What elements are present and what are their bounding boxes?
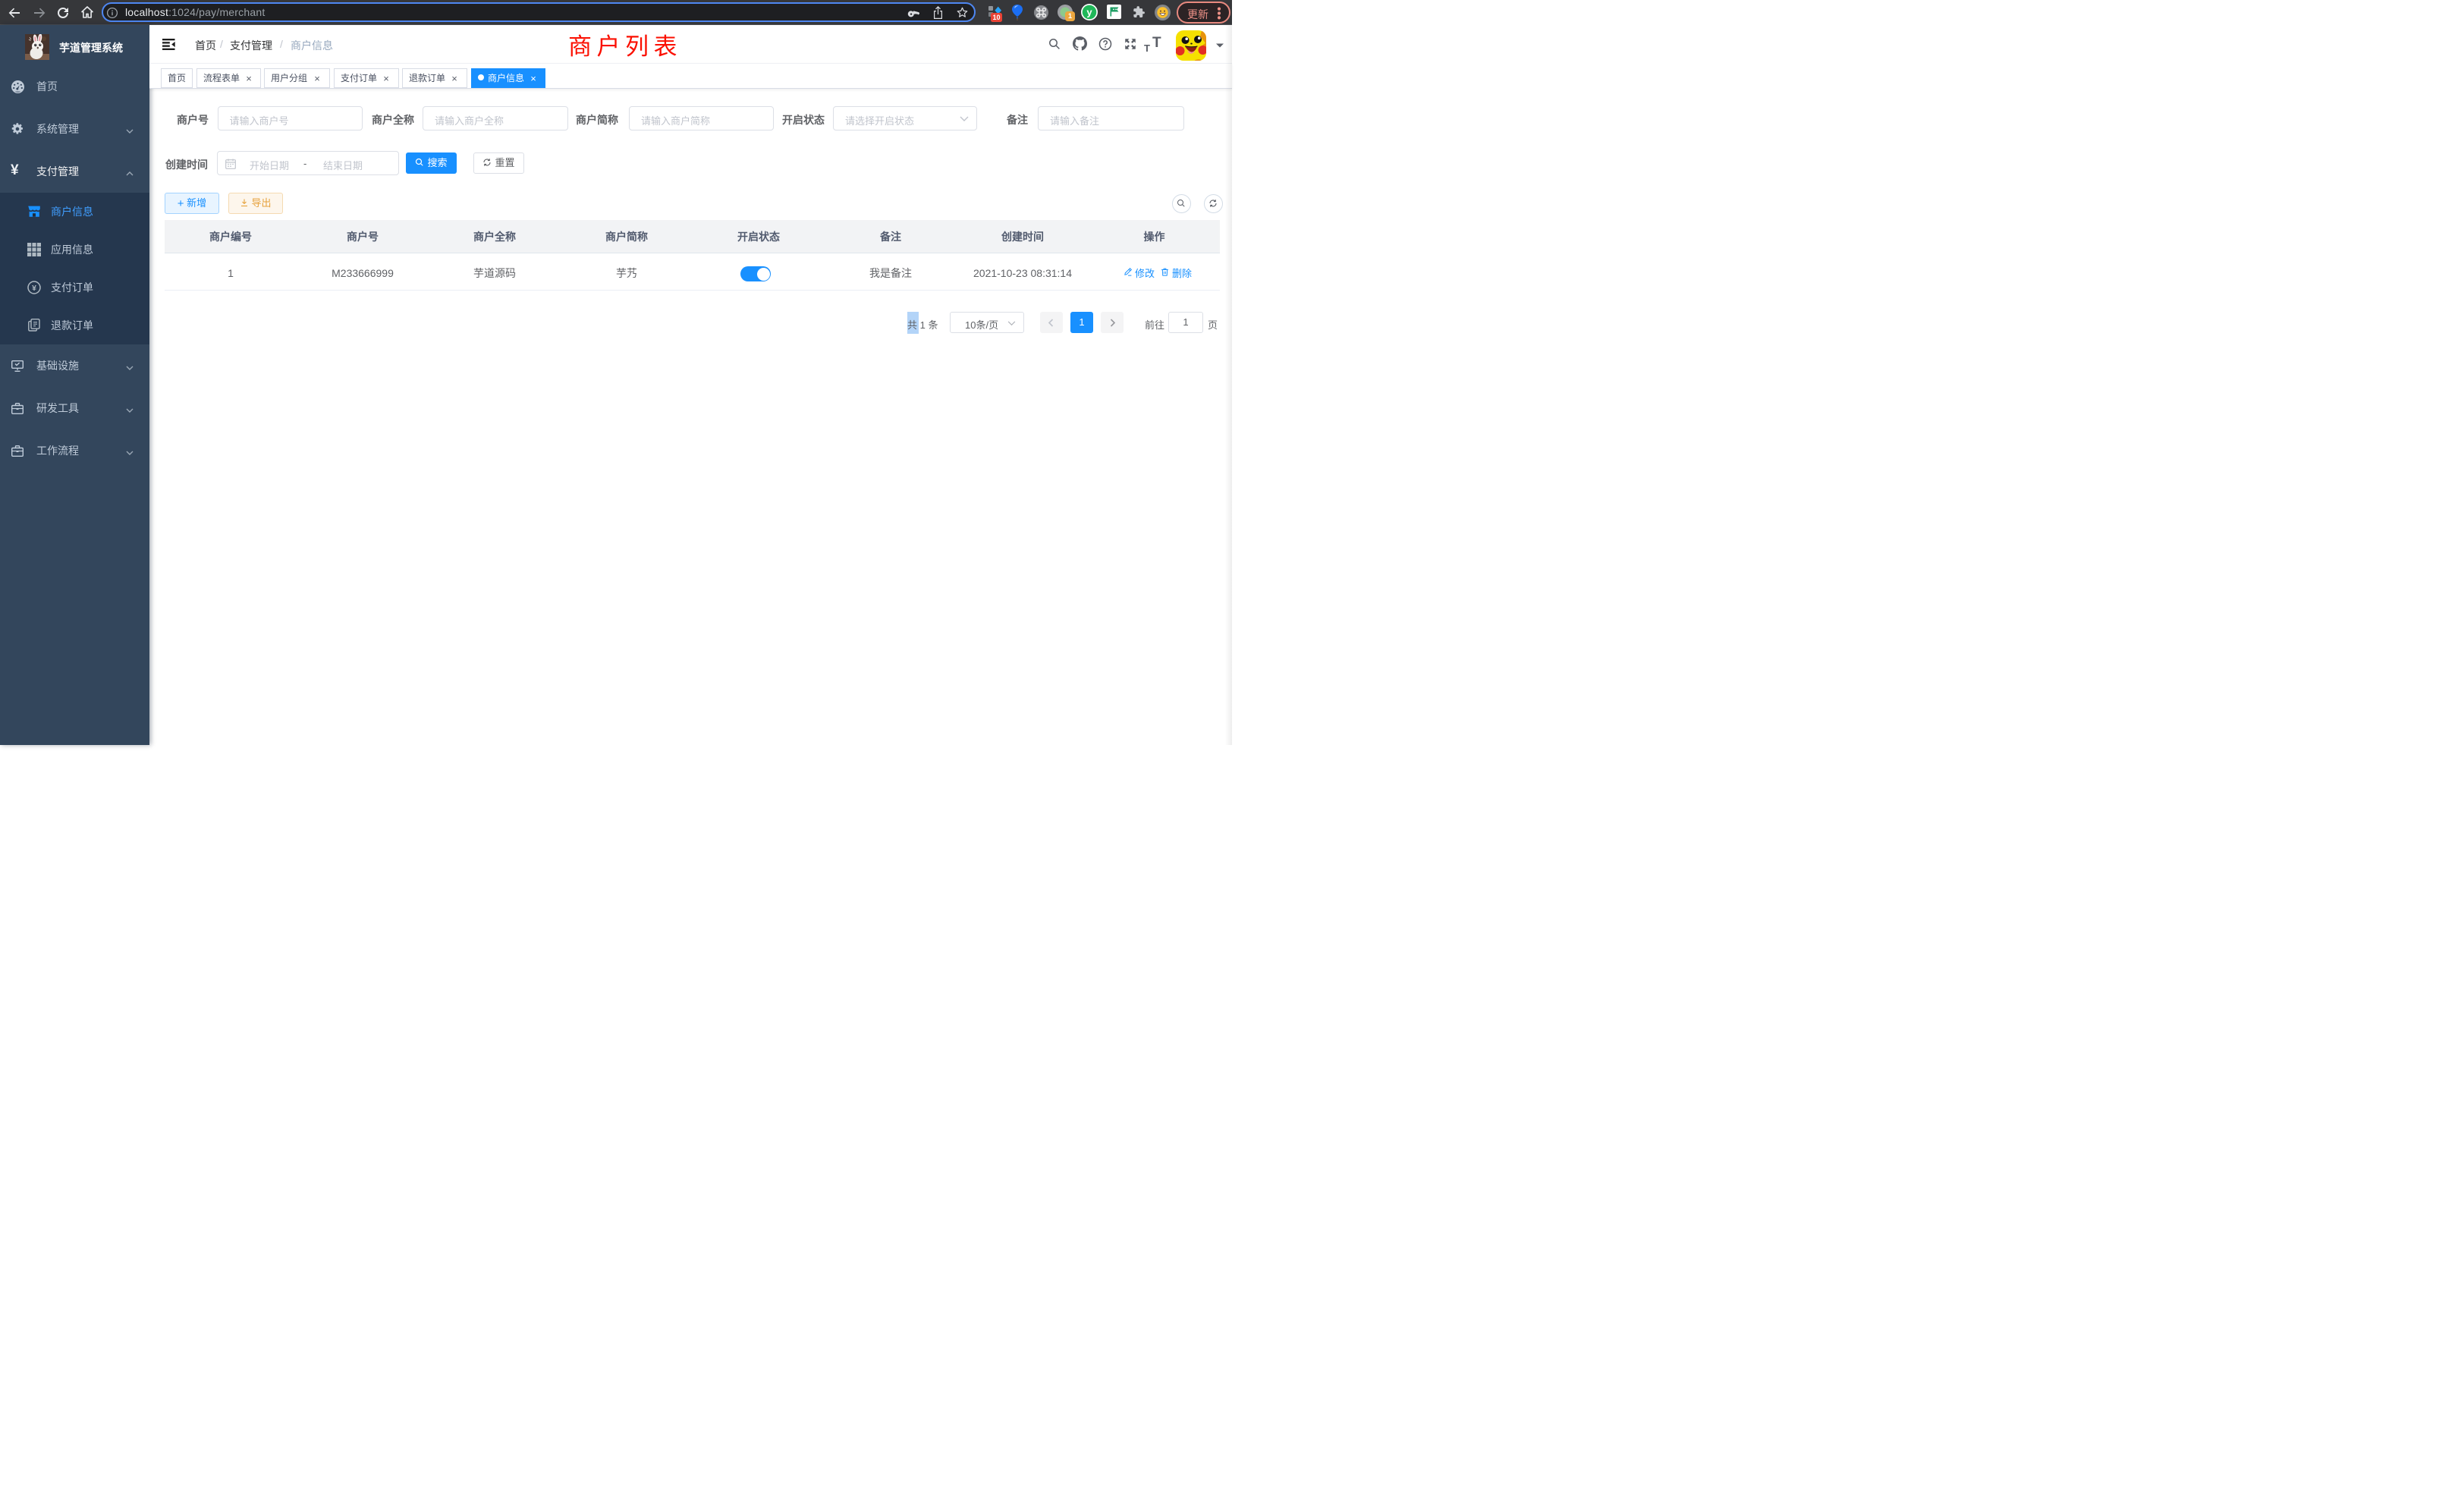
svg-text:¥: ¥ [32,284,36,293]
svg-text:y: y [1086,7,1092,18]
